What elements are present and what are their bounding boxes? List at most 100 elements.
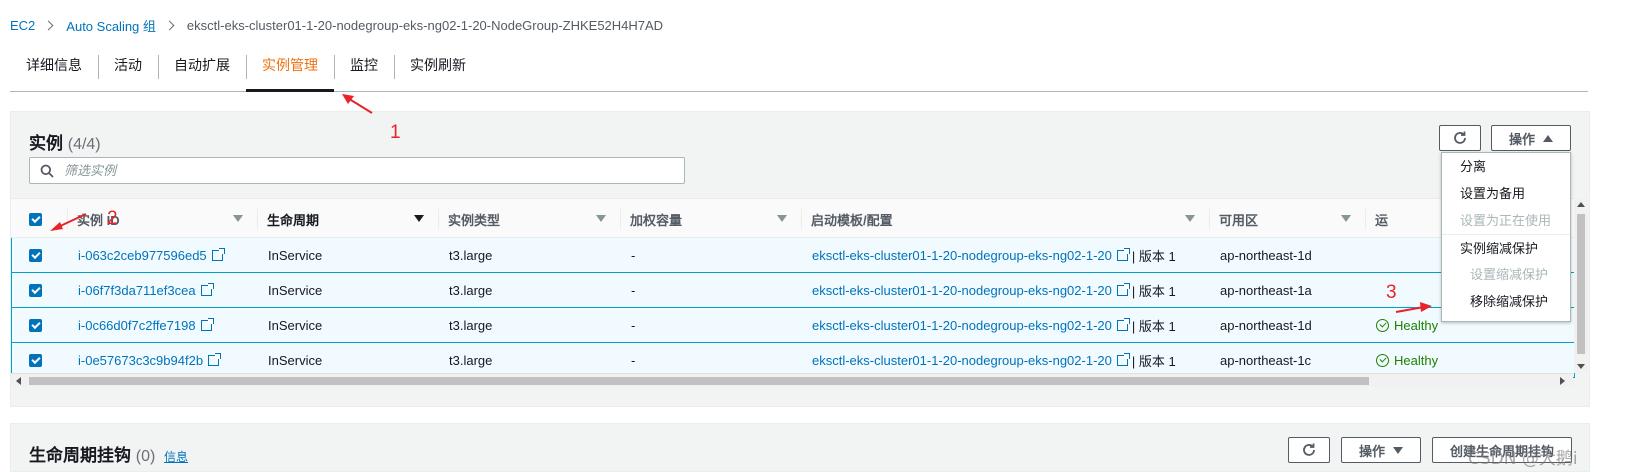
annotation-arrow-icon [1395, 302, 1432, 313]
breadcrumb-asg-link[interactable]: Auto Scaling 组 [66, 16, 156, 35]
weighted-capacity-cell: - [631, 247, 636, 263]
instance-id-link[interactable]: i-063c2ceb977596ed5 [78, 248, 207, 263]
search-icon [40, 164, 54, 178]
lifecycle-actions-button[interactable]: 操作 [1341, 437, 1421, 463]
instances-panel: 实例 (4/4) 操作 实例 ID 生命周期 实例类型 加权容量 [10, 111, 1590, 407]
table-row[interactable]: i-06f7f3da711ef3cea InService t3.large -… [11, 273, 1575, 308]
lifecycle-cell: InService [268, 282, 323, 298]
status-ok-icon [1376, 318, 1389, 332]
select-all-checkbox[interactable] [29, 212, 42, 226]
weighted-capacity-cell: - [631, 282, 636, 298]
instance-id-link[interactable]: i-0c66d0f7c2ffe7198 [78, 318, 196, 333]
tab-monitoring[interactable]: 监控 [334, 46, 394, 91]
lifecycle-cell: InService [268, 352, 323, 368]
horizontal-scrollbar[interactable] [11, 373, 1573, 387]
actions-dropdown-menu: 分离 设置为备用 设置为正在使用 实例缩减保护 设置缩减保护 移除缩减保护 [1441, 152, 1571, 322]
external-link-icon [200, 317, 214, 331]
lifecycle-hooks-title-text: 生命周期挂钩 [29, 446, 131, 465]
row-checkbox[interactable] [29, 283, 42, 297]
instances-count: (4/4) [67, 136, 101, 153]
sort-icon [233, 215, 243, 222]
instance-id-link[interactable]: i-06f7f3da711ef3cea [78, 283, 196, 298]
info-link[interactable]: 信息 [164, 450, 188, 464]
scroll-thumb[interactable] [29, 377, 1369, 385]
scroll-left-icon[interactable] [16, 377, 21, 385]
row-checkbox[interactable] [29, 318, 42, 332]
sort-icon [1341, 215, 1351, 222]
row-checkbox[interactable] [29, 353, 42, 367]
tab-instance-management[interactable]: 实例管理 [246, 46, 334, 92]
table-row[interactable]: i-063c2ceb977596ed5 InService t3.large -… [11, 238, 1575, 273]
refresh-icon [1454, 131, 1466, 144]
refresh-button[interactable] [1439, 125, 1481, 151]
vertical-scrollbar[interactable] [1574, 198, 1588, 373]
annotation-number: 1 [390, 122, 401, 143]
template-version: | 版本 1 [1131, 318, 1176, 334]
lifecycle-refresh-button[interactable] [1288, 437, 1330, 463]
weighted-capacity-cell: - [631, 352, 636, 368]
column-launch-template[interactable]: 启动模板/配置 [801, 199, 1209, 239]
row-checkbox[interactable] [29, 248, 42, 262]
scroll-up-icon[interactable] [1577, 202, 1585, 207]
sort-icon [777, 215, 787, 222]
chevron-right-icon [43, 20, 54, 30]
scroll-down-icon[interactable] [1577, 364, 1585, 369]
column-label: 加权容量 [630, 212, 683, 228]
tab-activity[interactable]: 活动 [98, 46, 158, 91]
external-link-icon [1116, 282, 1130, 296]
lifecycle-hooks-title: 生命周期挂钩 (0) 信息 [29, 441, 188, 466]
breadcrumb-ec2-link[interactable]: EC2 [10, 18, 35, 33]
template-version: | 版本 1 [1131, 248, 1176, 264]
tab-details[interactable]: 详细信息 [10, 46, 98, 91]
column-weighted-capacity[interactable]: 加权容量 [620, 199, 801, 239]
menu-item-remove-scale-in-protection[interactable]: 移除缩减保护 [1442, 288, 1570, 315]
column-instance-type[interactable]: 实例类型 [438, 199, 620, 239]
menu-item-detach[interactable]: 分离 [1442, 153, 1570, 180]
availability-zone-cell: ap-northeast-1d [1220, 247, 1312, 263]
launch-template-link[interactable]: eksctl-eks-cluster01-1-20-nodegroup-eks-… [812, 283, 1112, 298]
chevron-right-icon [164, 20, 175, 30]
external-link-icon [1116, 317, 1130, 331]
availability-zone-cell: ap-northeast-1d [1220, 317, 1312, 333]
instances-title: 实例 (4/4) [29, 129, 101, 154]
column-label: 生命周期 [267, 212, 320, 228]
column-label: 启动模板/配置 [811, 212, 893, 228]
annotation-arrow-icon [342, 94, 373, 114]
health-status: Healthy [1394, 317, 1439, 333]
instance-type-cell: t3.large [449, 247, 493, 263]
scroll-right-icon[interactable] [1560, 377, 1565, 385]
lifecycle-hooks-panel: 生命周期挂钩 (0) 信息 操作 创建生命周期挂钩 [10, 423, 1590, 472]
tab-auto-scaling[interactable]: 自动扩展 [158, 46, 246, 91]
annotation-number: 2 [107, 208, 118, 229]
breadcrumb: EC2 Auto Scaling 组 eksctl-eks-cluster01-… [10, 15, 663, 35]
launch-template-link[interactable]: eksctl-eks-cluster01-1-20-nodegroup-eks-… [812, 318, 1112, 333]
launch-template-link[interactable]: eksctl-eks-cluster01-1-20-nodegroup-eks-… [812, 248, 1112, 263]
filter-instances-input[interactable] [64, 163, 624, 178]
caret-down-icon [1393, 446, 1403, 454]
column-label: 可用区 [1219, 212, 1259, 228]
health-status: Healthy [1394, 352, 1439, 368]
sort-icon [596, 215, 606, 222]
table-row[interactable]: i-0c66d0f7c2ffe7198 InService t3.large -… [11, 308, 1575, 343]
menu-item-set-standby[interactable]: 设置为备用 [1442, 180, 1570, 207]
availability-zone-cell: ap-northeast-1a [1220, 282, 1312, 298]
external-link-icon [1116, 352, 1130, 366]
column-instance-id[interactable]: 实例 ID [67, 199, 257, 239]
caret-up-icon [1543, 134, 1553, 142]
weighted-capacity-cell: - [631, 317, 636, 333]
external-link-icon [1116, 247, 1130, 261]
column-availability-zone[interactable]: 可用区 [1209, 199, 1365, 239]
lifecycle-hooks-count: (0) [135, 448, 156, 465]
watermark: CSDN @大鹅i [1468, 449, 1578, 469]
tab-instance-refresh[interactable]: 实例刷新 [394, 46, 482, 91]
actions-button-label: 操作 [1508, 131, 1535, 147]
actions-button[interactable]: 操作 [1491, 125, 1571, 151]
lifecycle-cell: InService [268, 317, 323, 333]
template-version: | 版本 1 [1131, 283, 1176, 299]
scroll-thumb[interactable] [1577, 214, 1585, 354]
instance-id-link[interactable]: i-0e57673c3c9b94f2b [78, 353, 203, 368]
annotation-arrow-icon [50, 213, 87, 231]
launch-template-link[interactable]: eksctl-eks-cluster01-1-20-nodegroup-eks-… [812, 353, 1112, 368]
filter-instances-field[interactable] [29, 157, 685, 184]
column-lifecycle[interactable]: 生命周期 [257, 199, 438, 239]
